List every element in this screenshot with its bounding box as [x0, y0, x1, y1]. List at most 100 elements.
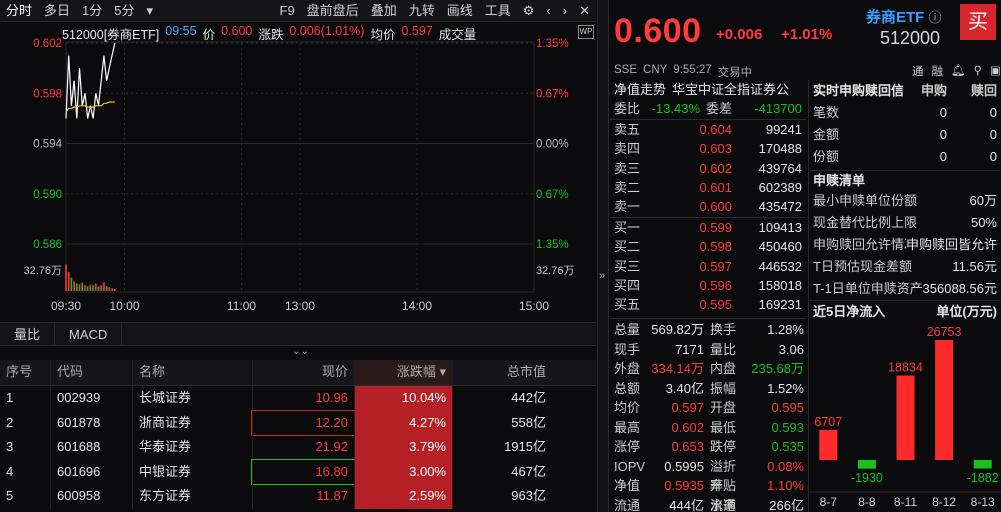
- volume-bar: [78, 284, 81, 291]
- row-seq: 5: [6, 488, 14, 503]
- stat-label: 净值: [614, 478, 641, 493]
- col-code[interactable]: 代码: [50, 360, 132, 385]
- tab-5min[interactable]: 5分: [108, 0, 140, 22]
- col-market-cap[interactable]: 总市值: [452, 360, 552, 385]
- row-price: 12.20: [251, 409, 355, 436]
- intraday-chart[interactable]: 0.602 1.35% 0.598 0.67% 0.594 0.00% 0.590 0.67%…: [0, 22, 596, 322]
- ask-level[interactable]: 卖三 0.602 439764: [610, 159, 806, 178]
- pin-icon[interactable]: ⚲: [974, 63, 982, 79]
- close-icon[interactable]: ✕: [573, 0, 596, 22]
- level-volume: 439764: [758, 160, 802, 176]
- redeem-row: 笔数 0 0: [809, 102, 1001, 124]
- tab-macd[interactable]: MACD: [55, 323, 123, 345]
- tab-multiday[interactable]: 多日: [38, 0, 76, 22]
- list-info-label: T日预估现金差额: [813, 259, 912, 274]
- stat-value: 1.28%: [767, 322, 804, 337]
- stat-value: 0.08%: [767, 458, 804, 474]
- ask-level[interactable]: 卖四 0.603 170488: [610, 139, 806, 158]
- bid-level[interactable]: 买一 0.599 109413: [610, 218, 806, 237]
- row-seq: 3: [6, 439, 14, 454]
- exchange: SSE: [614, 64, 638, 76]
- stat-label: 最高: [614, 419, 641, 435]
- bookmark-icon[interactable]: ▣: [990, 63, 1001, 79]
- f9-button[interactable]: F9: [274, 0, 301, 22]
- col-change-pct[interactable]: 涨跌幅 ▾: [354, 360, 452, 385]
- stat-row: 现手 7171 量比 3.06: [610, 340, 806, 360]
- level-volume: 109413: [758, 219, 802, 235]
- list-header: 序号 代码 名称 现价 涨跌幅 ▾ 总市值: [0, 360, 596, 386]
- stat-value: 1.10%: [767, 478, 804, 493]
- volume-bar: [89, 284, 92, 291]
- row-price: 16.80: [251, 458, 355, 485]
- row-code: 002939: [50, 386, 132, 411]
- row-name: 浙商证券: [132, 410, 252, 435]
- weibi-label: 委比: [614, 101, 641, 117]
- panel-divider[interactable]: »: [597, 0, 609, 512]
- volume-bar: [103, 282, 105, 291]
- stat-value: 1.52%: [767, 380, 804, 396]
- row-market-cap: 558亿: [452, 410, 552, 435]
- period-dropdown-icon[interactable]: ▾: [141, 0, 160, 22]
- next-arrow-icon[interactable]: ›: [557, 0, 573, 22]
- overlay-button[interactable]: 叠加: [365, 0, 403, 22]
- list-info-label: 申购赎回允许情况: [813, 237, 906, 252]
- row-name: 长城证券: [132, 386, 252, 411]
- stat-label: 流通: [710, 497, 737, 512]
- time-tick-label: 14:00: [402, 299, 432, 313]
- bid-level[interactable]: 买五 0.595 169231: [610, 295, 806, 314]
- ask-level[interactable]: 卖一 0.600 435472: [610, 197, 806, 216]
- stat-row: 总额 3.40亿 振幅 1.52%: [610, 379, 806, 399]
- stat-value: 0.595: [771, 400, 804, 415]
- tab-volume-ratio[interactable]: 量比: [0, 323, 56, 345]
- connect-badge[interactable]: 通: [912, 63, 924, 79]
- settings-gear-icon[interactable]: ⚙: [517, 0, 541, 22]
- table-row[interactable]: 5 600958 东方证券 11.87 2.59% 963亿: [0, 484, 596, 509]
- nine-turn-button[interactable]: 九转: [403, 0, 441, 22]
- col-name[interactable]: 名称: [132, 360, 252, 385]
- buy-button[interactable]: 买: [960, 4, 996, 40]
- col-seq[interactable]: 序号: [0, 360, 50, 385]
- stat-row: 外盘 334.14万 内盘 235.68万: [610, 359, 806, 379]
- info-icon[interactable]: ⓘ: [929, 10, 942, 25]
- inflow-bar: [857, 460, 876, 469]
- inflow-value-label: 18834: [888, 361, 923, 375]
- draw-line-button[interactable]: 画线: [441, 0, 479, 22]
- ask-level[interactable]: 卖五 0.604 99241: [610, 120, 806, 139]
- list-info-value: 申购赎回皆允许: [905, 237, 997, 252]
- ask-level[interactable]: 卖二 0.601 602389: [610, 178, 806, 197]
- volume-bar: [81, 282, 84, 291]
- row-name: 东方证券: [132, 484, 252, 509]
- table-row[interactable]: 4 601696 中银证券 16.80 3.00% 467亿: [0, 458, 596, 485]
- etf-code: 512000: [880, 28, 941, 48]
- inflow-date-label: 8-11: [894, 495, 917, 509]
- etf-info-panel: 实时申购赎回信息 申购 赎回 笔数 0 0 金额 0 0 份额 0 0 申赎清单 最小申赎单位份…: [808, 80, 1001, 512]
- level-label: 卖五: [614, 121, 641, 137]
- margin-badge[interactable]: 融: [932, 63, 944, 79]
- tab-intraday[interactable]: 分时: [0, 0, 38, 22]
- tab-nav-trend[interactable]: 净值走势: [610, 80, 672, 99]
- table-row[interactable]: 1 002939 长城证券 10.96 10.04% 442亿: [0, 386, 596, 411]
- row-code: 601696: [50, 459, 132, 484]
- expand-chevron-icon[interactable]: ⌄⌄: [292, 346, 309, 357]
- table-row[interactable]: 3 601688 华泰证券 21.92 3.79% 1915亿: [0, 435, 596, 460]
- stat-label: 总额: [614, 380, 641, 396]
- stat-value: 3.06: [778, 341, 804, 357]
- inflow-bar: [819, 429, 838, 460]
- stat-label: 开盘: [710, 400, 737, 415]
- bid-level[interactable]: 买二 0.598 450460: [610, 237, 806, 256]
- pct-tick-label: 1.35%: [536, 38, 569, 50]
- level-price: 0.597: [699, 258, 732, 274]
- tab-1min[interactable]: 1分: [76, 0, 108, 22]
- expand-arrows-icon[interactable]: »: [599, 270, 605, 282]
- prev-arrow-icon[interactable]: ‹: [540, 0, 556, 22]
- tab-index-name[interactable]: 华宝中证全指证券公: [672, 80, 806, 99]
- bid-level[interactable]: 买四 0.596 158018: [610, 276, 806, 295]
- pre-post-button[interactable]: 盘前盘后: [301, 0, 365, 22]
- table-row[interactable]: 2 601878 浙商证券 12.20 4.27% 558亿: [0, 409, 596, 436]
- bid-level[interactable]: 买三 0.597 446532: [610, 257, 806, 276]
- stat-value: 569.82万: [651, 322, 704, 337]
- bell-icon[interactable]: 🔔︎: [951, 63, 966, 79]
- col-price[interactable]: 现价: [252, 360, 354, 385]
- tools-button[interactable]: 工具: [479, 0, 517, 22]
- row-change-pct: 4.27%: [354, 410, 452, 435]
